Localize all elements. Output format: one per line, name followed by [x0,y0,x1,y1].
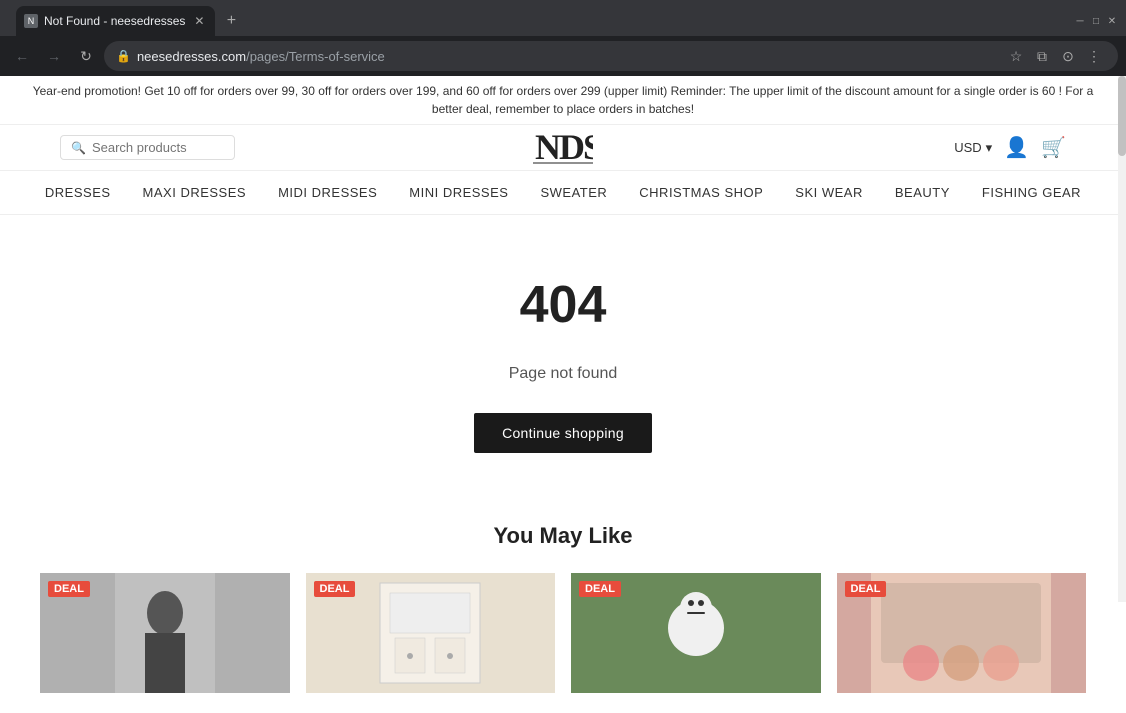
account-icon: 👤 [1004,135,1029,160]
product-illustration [606,573,786,693]
url-display: neesedresses.com/pages/Terms-of-service [137,49,998,64]
nav-item-beauty[interactable]: BEAUTY [895,185,950,200]
logo-svg: NDS [533,123,593,173]
back-button[interactable]: ← [8,42,36,70]
browser-tab-bar: N Not Found - neesedresses ✕ + ─ □ ✕ [0,0,1126,36]
nav-item-ski-wear[interactable]: SKI WEAR [795,185,863,200]
close-window-button[interactable]: ✕ [1106,15,1118,27]
minimize-button[interactable]: ─ [1074,15,1086,27]
refresh-button[interactable]: ↻ [72,42,100,70]
site-logo[interactable]: NDS [533,123,593,173]
nav-item-sweater[interactable]: SWEATER [540,185,607,200]
currency-arrow: ▾ [986,140,993,156]
currency-selector[interactable]: USD ▾ [954,140,992,156]
product-card[interactable]: DEAL [306,573,556,693]
product-card[interactable]: DEAL [837,573,1087,693]
extensions-button[interactable]: ⧉ [1030,44,1054,68]
currency-label: USD [954,140,981,155]
forward-button[interactable]: → [40,42,68,70]
nav-item-fishing-gear[interactable]: FISHING GEAR [982,185,1081,200]
products-grid: DEAL DEAL [40,573,1086,693]
svg-text:NDS: NDS [535,127,593,167]
bookmark-button[interactable]: ☆ [1004,44,1028,68]
tab-close-button[interactable]: ✕ [191,13,207,29]
product-illustration [340,573,520,693]
secure-icon: 🔒 [116,49,131,63]
nav-item-dresses[interactable]: DRESSES [45,185,111,200]
error-code: 404 [20,275,1106,335]
website-content: Year-end promotion! Get 10 off for order… [0,76,1126,713]
url-domain: neesedresses.com [137,49,246,64]
active-tab[interactable]: N Not Found - neesedresses ✕ [16,6,215,36]
error-message: Page not found [20,365,1106,383]
browser-chrome: N Not Found - neesedresses ✕ + ─ □ ✕ ← →… [0,0,1126,76]
tab-title: Not Found - neesedresses [44,14,185,28]
search-box[interactable]: 🔍 [60,135,235,160]
browser-account-button[interactable]: ⊙ [1056,44,1080,68]
promo-text: Year-end promotion! Get 10 off for order… [33,84,1094,116]
browser-menu-button[interactable]: ⋮ [1082,44,1106,68]
cart-icon: 🛒 [1041,135,1066,160]
address-bar[interactable]: 🔒 neesedresses.com/pages/Terms-of-servic… [104,41,1118,71]
site-nav: DRESSES MAXI DRESSES MIDI DRESSES MINI D… [0,171,1126,215]
browser-controls: ← → ↻ 🔒 neesedresses.com/pages/Terms-of-… [0,36,1126,76]
scrollbar[interactable] [1118,76,1126,602]
scroll-thumb[interactable] [1118,76,1126,156]
continue-shopping-button[interactable]: Continue shopping [474,413,652,453]
product-card[interactable]: DEAL [40,573,290,693]
section-title: You May Like [40,523,1086,549]
deal-badge: DEAL [48,581,90,597]
tab-favicon: N [24,14,38,28]
restore-button[interactable]: □ [1090,15,1102,27]
new-tab-button[interactable]: + [219,9,243,33]
product-illustration [115,573,215,693]
deal-badge: DEAL [845,581,887,597]
url-path: /pages/Terms-of-service [246,49,385,64]
header-actions: USD ▾ 👤 🛒 [954,135,1066,160]
you-may-like-section: You May Like DEAL DEAL [0,493,1126,713]
account-button[interactable]: 👤 [1004,135,1029,160]
promo-banner: Year-end promotion! Get 10 off for order… [0,76,1126,125]
nav-item-mini-dresses[interactable]: MINI DRESSES [409,185,508,200]
deal-badge: DEAL [579,581,621,597]
site-header: 🔍 NDS USD ▾ 👤 🛒 [0,125,1126,171]
address-bar-actions: ☆ ⧉ ⊙ ⋮ [1004,44,1106,68]
nav-item-maxi-dresses[interactable]: MAXI DRESSES [143,185,247,200]
search-icon: 🔍 [71,141,86,155]
search-input[interactable] [92,140,224,155]
cart-button[interactable]: 🛒 [1041,135,1066,160]
nav-item-christmas-shop[interactable]: CHRISTMAS SHOP [639,185,763,200]
main-content: 404 Page not found Continue shopping [0,215,1126,493]
product-card[interactable]: DEAL [571,573,821,693]
deal-badge: DEAL [314,581,356,597]
nav-item-midi-dresses[interactable]: MIDI DRESSES [278,185,377,200]
product-illustration [871,573,1051,693]
